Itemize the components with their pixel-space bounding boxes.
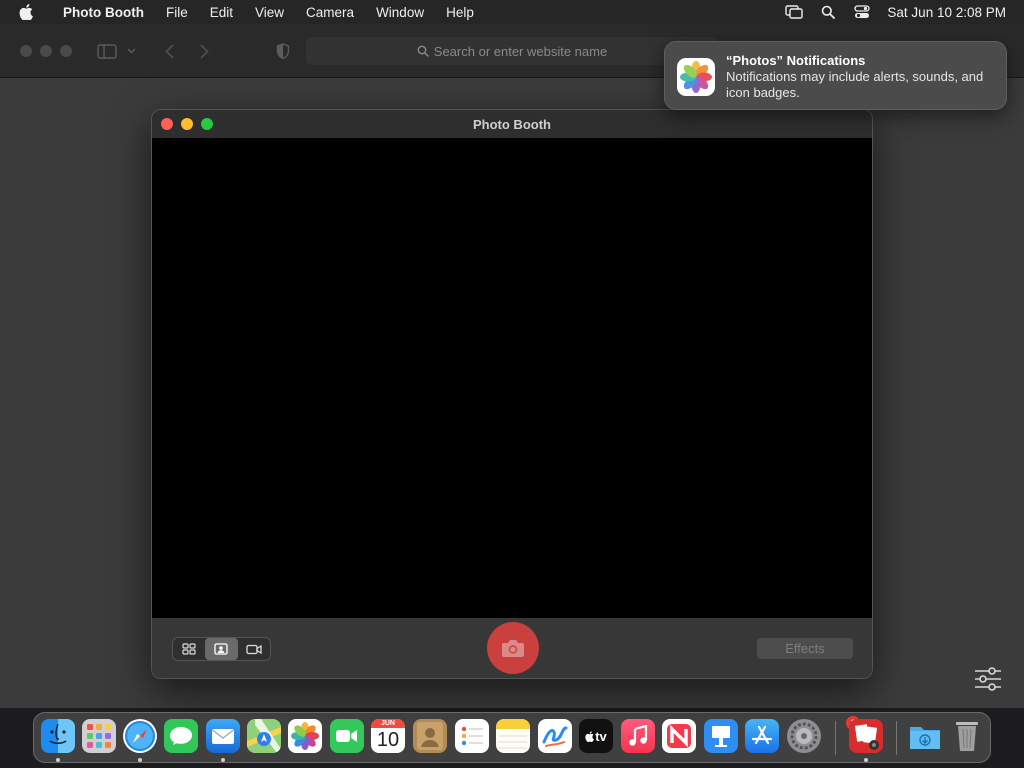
menu-clock[interactable]: Sat Jun 10 2:08 PM — [879, 5, 1024, 20]
control-center-icon[interactable] — [845, 5, 879, 19]
capture-mode-selector — [172, 637, 271, 661]
sliders-settings-icon[interactable] — [972, 664, 1004, 694]
photos-notification[interactable]: “Photos” Notifications Notifications may… — [664, 41, 1007, 110]
screen-mirroring-icon[interactable] — [777, 5, 811, 19]
photo-booth-icon[interactable] — [849, 719, 883, 753]
sidebar-toggle-icon[interactable] — [96, 41, 118, 61]
safari-icon[interactable] — [123, 719, 157, 753]
photos-icon[interactable] — [288, 719, 322, 753]
messages-icon[interactable] — [164, 719, 198, 753]
menu-bar: Photo Booth File Edit View Camera Window… — [0, 0, 1024, 24]
window-zoom-button[interactable] — [201, 118, 213, 130]
maps-icon[interactable] — [247, 719, 281, 753]
browser-minimize-button[interactable] — [40, 45, 52, 57]
notification-title: “Photos” Notifications — [726, 53, 866, 68]
menu-camera[interactable]: Camera — [295, 5, 365, 20]
camera-preview — [152, 138, 872, 618]
mail-icon[interactable] — [206, 719, 240, 753]
apple-tv-icon[interactable]: tv — [579, 719, 613, 753]
sidebar-chevron-down-icon[interactable] — [124, 41, 138, 61]
music-icon[interactable] — [621, 719, 655, 753]
notes-header-strip — [496, 719, 530, 729]
mail-running-indicator — [221, 758, 225, 762]
dock: JUN 10 tv 1 — [33, 712, 991, 763]
photo-booth-controls: Effects — [152, 618, 872, 678]
back-chevron-icon[interactable] — [158, 41, 180, 61]
reminders-icon[interactable] — [455, 719, 489, 753]
notification-body: Notifications may include alerts, sounds… — [726, 69, 984, 100]
dock-divider — [835, 721, 836, 755]
downloads-folder-icon[interactable] — [908, 719, 942, 753]
menu-view[interactable]: View — [244, 5, 295, 20]
window-minimize-button[interactable] — [181, 118, 193, 130]
menu-window[interactable]: Window — [365, 5, 435, 20]
photo-booth-window: Photo Booth Effects — [151, 109, 873, 679]
single-photo-mode-icon[interactable] — [205, 638, 238, 660]
news-icon[interactable] — [662, 719, 696, 753]
dock-divider — [896, 721, 897, 755]
photos-app-icon — [677, 58, 715, 96]
menu-help[interactable]: Help — [435, 5, 485, 20]
browser-close-button[interactable] — [20, 45, 32, 57]
system-settings-icon[interactable] — [787, 719, 821, 753]
browser-zoom-button[interactable] — [60, 45, 72, 57]
calendar-month: JUN — [371, 719, 405, 728]
launchpad-icon[interactable] — [82, 719, 116, 753]
effects-button[interactable]: Effects — [757, 638, 853, 659]
spotlight-search-icon[interactable] — [811, 5, 845, 19]
address-bar[interactable]: Search or enter website name — [306, 37, 718, 65]
four-up-mode-icon[interactable] — [173, 638, 205, 660]
status-area: Sat Jun 10 2:08 PM — [777, 0, 1024, 24]
photo-booth-running-indicator — [864, 758, 868, 762]
keynote-icon[interactable] — [704, 719, 738, 753]
apple-tv-label: tv — [595, 728, 607, 744]
trash-icon[interactable] — [950, 719, 984, 753]
menu-edit[interactable]: Edit — [199, 5, 244, 20]
privacy-shield-icon[interactable] — [272, 41, 294, 61]
finder-icon[interactable] — [41, 719, 75, 753]
apple-logo-icon — [585, 730, 595, 742]
safari-running-indicator — [138, 758, 142, 762]
video-mode-icon[interactable] — [238, 638, 270, 660]
take-photo-button[interactable] — [487, 622, 539, 674]
camera-icon — [502, 639, 524, 657]
apple-menu-icon[interactable] — [0, 4, 52, 20]
window-title: Photo Booth — [473, 116, 551, 132]
calendar-icon[interactable]: JUN 10 — [371, 719, 405, 753]
menu-file[interactable]: File — [155, 5, 199, 20]
facetime-icon[interactable] — [330, 719, 364, 753]
freeform-icon[interactable] — [538, 719, 572, 753]
finder-running-indicator — [56, 758, 60, 762]
address-placeholder: Search or enter website name — [433, 43, 608, 59]
forward-chevron-icon[interactable] — [193, 41, 215, 61]
search-icon — [417, 45, 429, 57]
calendar-day: 10 — [376, 729, 400, 751]
menu-app-name[interactable]: Photo Booth — [52, 5, 155, 20]
window-close-button[interactable] — [161, 118, 173, 130]
app-store-icon[interactable] — [745, 719, 779, 753]
notes-icon[interactable] — [496, 719, 530, 753]
window-title-bar[interactable]: Photo Booth — [152, 110, 872, 138]
contacts-icon[interactable] — [413, 719, 447, 753]
